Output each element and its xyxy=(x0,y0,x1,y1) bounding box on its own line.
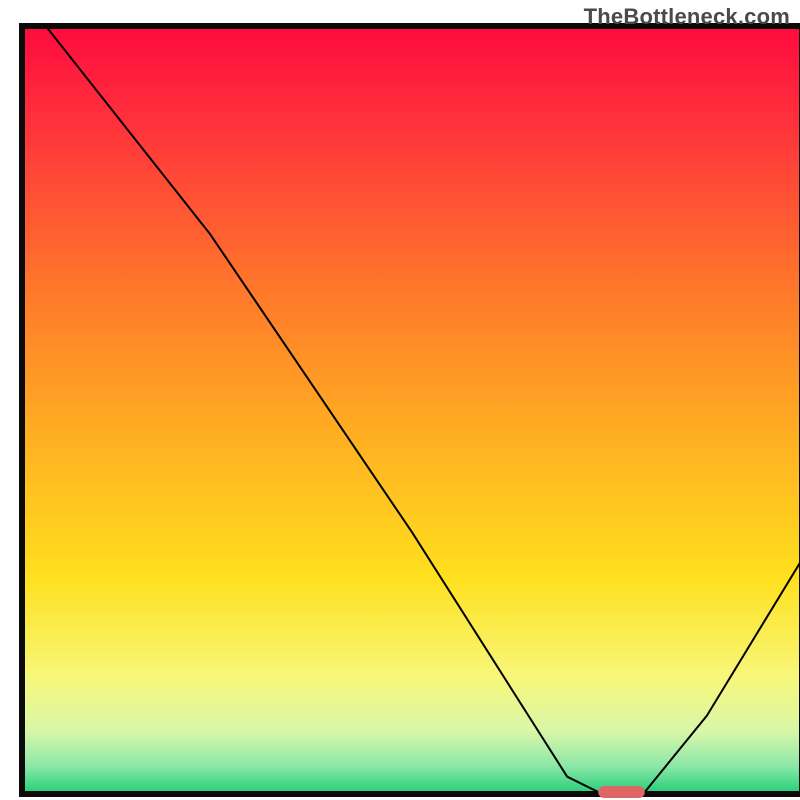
background-gradient xyxy=(24,28,800,792)
chart-svg xyxy=(0,0,800,800)
optimum-marker xyxy=(598,786,645,798)
watermark-label: TheBottleneck.com xyxy=(584,4,790,30)
chart-container: TheBottleneck.com xyxy=(0,0,800,800)
plot-area xyxy=(22,26,800,798)
